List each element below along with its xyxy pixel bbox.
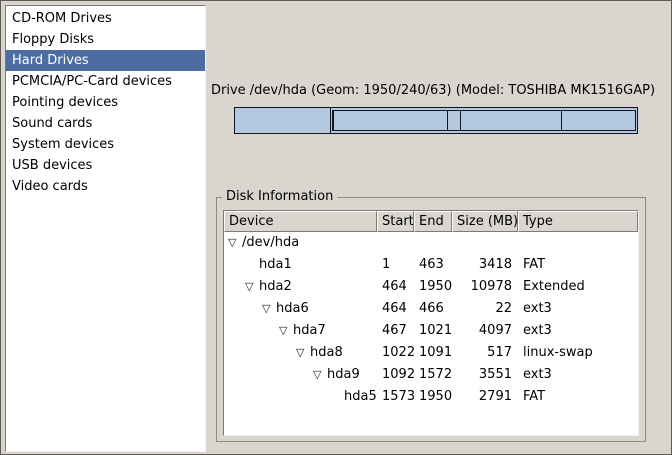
frame-label: Disk Information	[222, 189, 337, 204]
end-cell: 463	[414, 254, 452, 276]
end-cell: 1950	[414, 276, 452, 298]
device-cell: ▽hda2	[224, 276, 377, 298]
sidebar-item-video-cards[interactable]: Video cards	[6, 176, 205, 197]
size-cell: 10978	[452, 276, 518, 298]
device-cell: ▽hda8	[224, 342, 377, 364]
partition-segment-hda9	[461, 110, 562, 131]
type-cell: ext3	[518, 320, 638, 342]
size-cell: 517	[452, 342, 518, 364]
size-cell	[452, 232, 518, 254]
table-row-hda9[interactable]: ▽hda9109215723551ext3	[224, 364, 638, 386]
partition-segment-hda8	[448, 110, 461, 131]
expander-open-icon[interactable]: ▽	[296, 342, 310, 364]
disk-table: DeviceStartEndSize (MB)Type ▽/dev/hdahda…	[223, 210, 639, 436]
column-header-start[interactable]: Start	[377, 211, 414, 232]
end-cell: 1021	[414, 320, 452, 342]
sidebar-item-system-devices[interactable]: System devices	[6, 134, 205, 155]
device-cell: ▽hda7	[224, 320, 377, 342]
size-cell: 22	[452, 298, 518, 320]
disk-table-header: DeviceStartEndSize (MB)Type	[224, 211, 638, 232]
sidebar-item-pcmcia-pc-card-devices[interactable]: PCMCIA/PC-Card devices	[6, 71, 205, 92]
size-cell: 3418	[452, 254, 518, 276]
end-cell	[414, 232, 452, 254]
table-row-dev-hda[interactable]: ▽/dev/hda	[224, 232, 638, 254]
end-cell: 1950	[414, 386, 452, 408]
column-header-end[interactable]: End	[414, 211, 452, 232]
sidebar-item-pointing-devices[interactable]: Pointing devices	[6, 92, 205, 113]
device-label: hda7	[293, 323, 326, 338]
table-row-hda6[interactable]: ▽hda646446622ext3	[224, 298, 638, 320]
size-cell: 4097	[452, 320, 518, 342]
sidebar-item-sound-cards[interactable]: Sound cards	[6, 113, 205, 134]
table-row-hda5[interactable]: hda5157319502791FAT	[224, 386, 638, 408]
sidebar-item-cd-rom-drives[interactable]: CD-ROM Drives	[6, 8, 205, 29]
device-label: hda6	[276, 301, 309, 316]
start-cell	[377, 232, 414, 254]
drive-title: Drive /dev/hda (Geom: 1950/240/63) (Mode…	[211, 83, 655, 98]
start-cell: 1	[377, 254, 414, 276]
sidebar-item-usb-devices[interactable]: USB devices	[6, 155, 205, 176]
size-cell: 3551	[452, 364, 518, 386]
partition-segment-hda7	[334, 110, 448, 131]
disk-information-frame: Disk Information DeviceStartEndSize (MB)…	[216, 197, 646, 442]
expander-open-icon[interactable]: ▽	[279, 320, 293, 342]
end-cell: 1572	[414, 364, 452, 386]
device-label: hda5	[344, 389, 377, 404]
device-label: hda8	[310, 345, 343, 360]
size-cell: 2791	[452, 386, 518, 408]
end-cell: 466	[414, 298, 452, 320]
device-label: /dev/hda	[242, 235, 299, 250]
table-row-hda7[interactable]: ▽hda746710214097ext3	[224, 320, 638, 342]
start-cell: 464	[377, 298, 414, 320]
partition-segment-hda5	[562, 110, 637, 131]
expander-open-icon[interactable]: ▽	[262, 298, 276, 320]
device-label: hda1	[259, 257, 292, 272]
type-cell: ext3	[518, 298, 638, 320]
start-cell: 467	[377, 320, 414, 342]
type-cell: Extended	[518, 276, 638, 298]
sidebar-item-floppy-disks[interactable]: Floppy Disks	[6, 29, 205, 50]
partition-segment-hda1	[235, 108, 331, 133]
disk-table-body: ▽/dev/hdahda114633418FAT▽hda246419501097…	[224, 232, 638, 408]
column-header-size-mb[interactable]: Size (MB)	[452, 211, 518, 232]
type-cell: FAT	[518, 254, 638, 276]
expander-open-icon[interactable]: ▽	[245, 276, 259, 298]
device-cell: hda5	[224, 386, 377, 408]
start-cell: 1092	[377, 364, 414, 386]
device-cell: hda1	[224, 254, 377, 276]
table-row-hda8[interactable]: ▽hda810221091517linux-swap	[224, 342, 638, 364]
device-cell: ▽hda9	[224, 364, 377, 386]
device-category-list: CD-ROM DrivesFloppy DisksHard DrivesPCMC…	[5, 5, 206, 452]
table-row-hda1[interactable]: hda1 14633418FAT	[224, 254, 638, 276]
column-header-type[interactable]: Type	[518, 211, 638, 232]
expander-open-icon[interactable]: ▽	[313, 364, 327, 386]
start-cell: 464	[377, 276, 414, 298]
device-label: hda2	[259, 279, 292, 294]
table-row-hda2[interactable]: ▽hda2464195010978Extended	[224, 276, 638, 298]
column-header-device[interactable]: Device	[224, 211, 377, 232]
sidebar-item-hard-drives[interactable]: Hard Drives	[6, 50, 205, 71]
device-label: hda9	[327, 367, 360, 382]
start-cell: 1022	[377, 342, 414, 364]
device-cell: ▽hda6	[224, 298, 377, 320]
end-cell: 1091	[414, 342, 452, 364]
partition-segment-hda2	[331, 108, 637, 133]
partition-bar	[234, 107, 638, 134]
type-cell: linux-swap	[518, 342, 638, 364]
type-cell: FAT	[518, 386, 638, 408]
type-cell	[518, 232, 638, 254]
device-cell: ▽/dev/hda	[224, 232, 377, 254]
expander-open-icon[interactable]: ▽	[228, 232, 242, 254]
start-cell: 1573	[377, 386, 414, 408]
hardware-browser-window: CD-ROM DrivesFloppy DisksHard DrivesPCMC…	[0, 0, 672, 455]
type-cell: ext3	[518, 364, 638, 386]
